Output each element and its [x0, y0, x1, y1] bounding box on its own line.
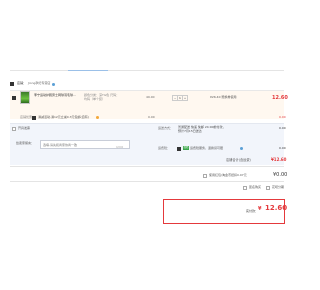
product-title[interactable]: 李宁运动护腕男士网球羽毛球… [34, 93, 82, 98]
message-counter: 0/200 [116, 146, 124, 149]
shipping-label: 运送方式： [158, 126, 174, 130]
promo-text: 满减活动,满12元立减0.3元包邮(自有) [38, 115, 89, 119]
payment-label: 实付款： [246, 209, 259, 213]
insurance-label: 运费险： [158, 146, 171, 150]
section-divider [10, 166, 284, 167]
anonymous-checkbox[interactable] [243, 186, 247, 190]
invoice-label: 开具发票 [18, 126, 31, 130]
payment-amount: 12.60 [265, 204, 288, 212]
order-header-divider [10, 70, 284, 71]
chat-icon[interactable] [52, 82, 56, 86]
shop-header: 店铺： Jiong孕妇专营店 [10, 80, 284, 88]
shop-seller-link[interactable]: Jiong孕妇专营店 [28, 82, 50, 86]
shipping-price: 0.00 [279, 126, 286, 130]
shop-total-value: ¥12.60 [271, 157, 287, 162]
quantity-stepper[interactable]: − 1 + [172, 95, 188, 101]
shop-label: 店铺： [17, 81, 27, 86]
message-label: 给卖家留言： [16, 141, 35, 145]
product-thumbnail[interactable] [20, 91, 30, 104]
insurance-price: 0.00 [279, 146, 286, 150]
invoice-checkbox[interactable] [12, 127, 16, 131]
product-sku: 颜色分类：深TG色 尺码：均码（单个装） [84, 93, 120, 101]
insurance-info-icon[interactable] [240, 147, 243, 150]
item-checkbox[interactable] [12, 96, 16, 100]
item-subtotal: 12.60 [272, 95, 288, 101]
promo-checkbox[interactable] [32, 116, 36, 120]
shipping-method[interactable]: 普通配送 快递 免邮 24:00前付款，预计7月15日送达 [178, 125, 228, 133]
redpacket-text: 使用红包/淘金币抵扣0.07元 [209, 173, 247, 177]
section-divider [10, 181, 284, 182]
insurance-checkbox[interactable] [177, 147, 181, 151]
shop-checkbox[interactable] [10, 82, 14, 86]
currency-symbol: ¥ [258, 206, 262, 212]
installment-checkbox[interactable] [266, 186, 270, 190]
qty-plus-button[interactable]: + [183, 96, 187, 100]
promo-info-icon[interactable] [96, 116, 99, 119]
insurance-text: 运费险服务，退换货可赔 [190, 146, 224, 150]
installment-label: 花呗分期 [272, 185, 285, 189]
discount-note: ¥26.40 赠换券使用 [210, 95, 237, 99]
promo-value: 0.00 [148, 115, 155, 119]
redpacket-value: ¥0.00 [273, 172, 288, 178]
unit-price: 49.00 [146, 95, 155, 99]
insurance-badge: 保险 [183, 146, 189, 150]
redpacket-checkbox[interactable] [203, 174, 207, 178]
anonymous-label: 匿名购买 [249, 185, 262, 189]
promo-total: 0.00 [279, 115, 286, 119]
shop-total-label: 店铺合计(含运费) [226, 158, 251, 162]
